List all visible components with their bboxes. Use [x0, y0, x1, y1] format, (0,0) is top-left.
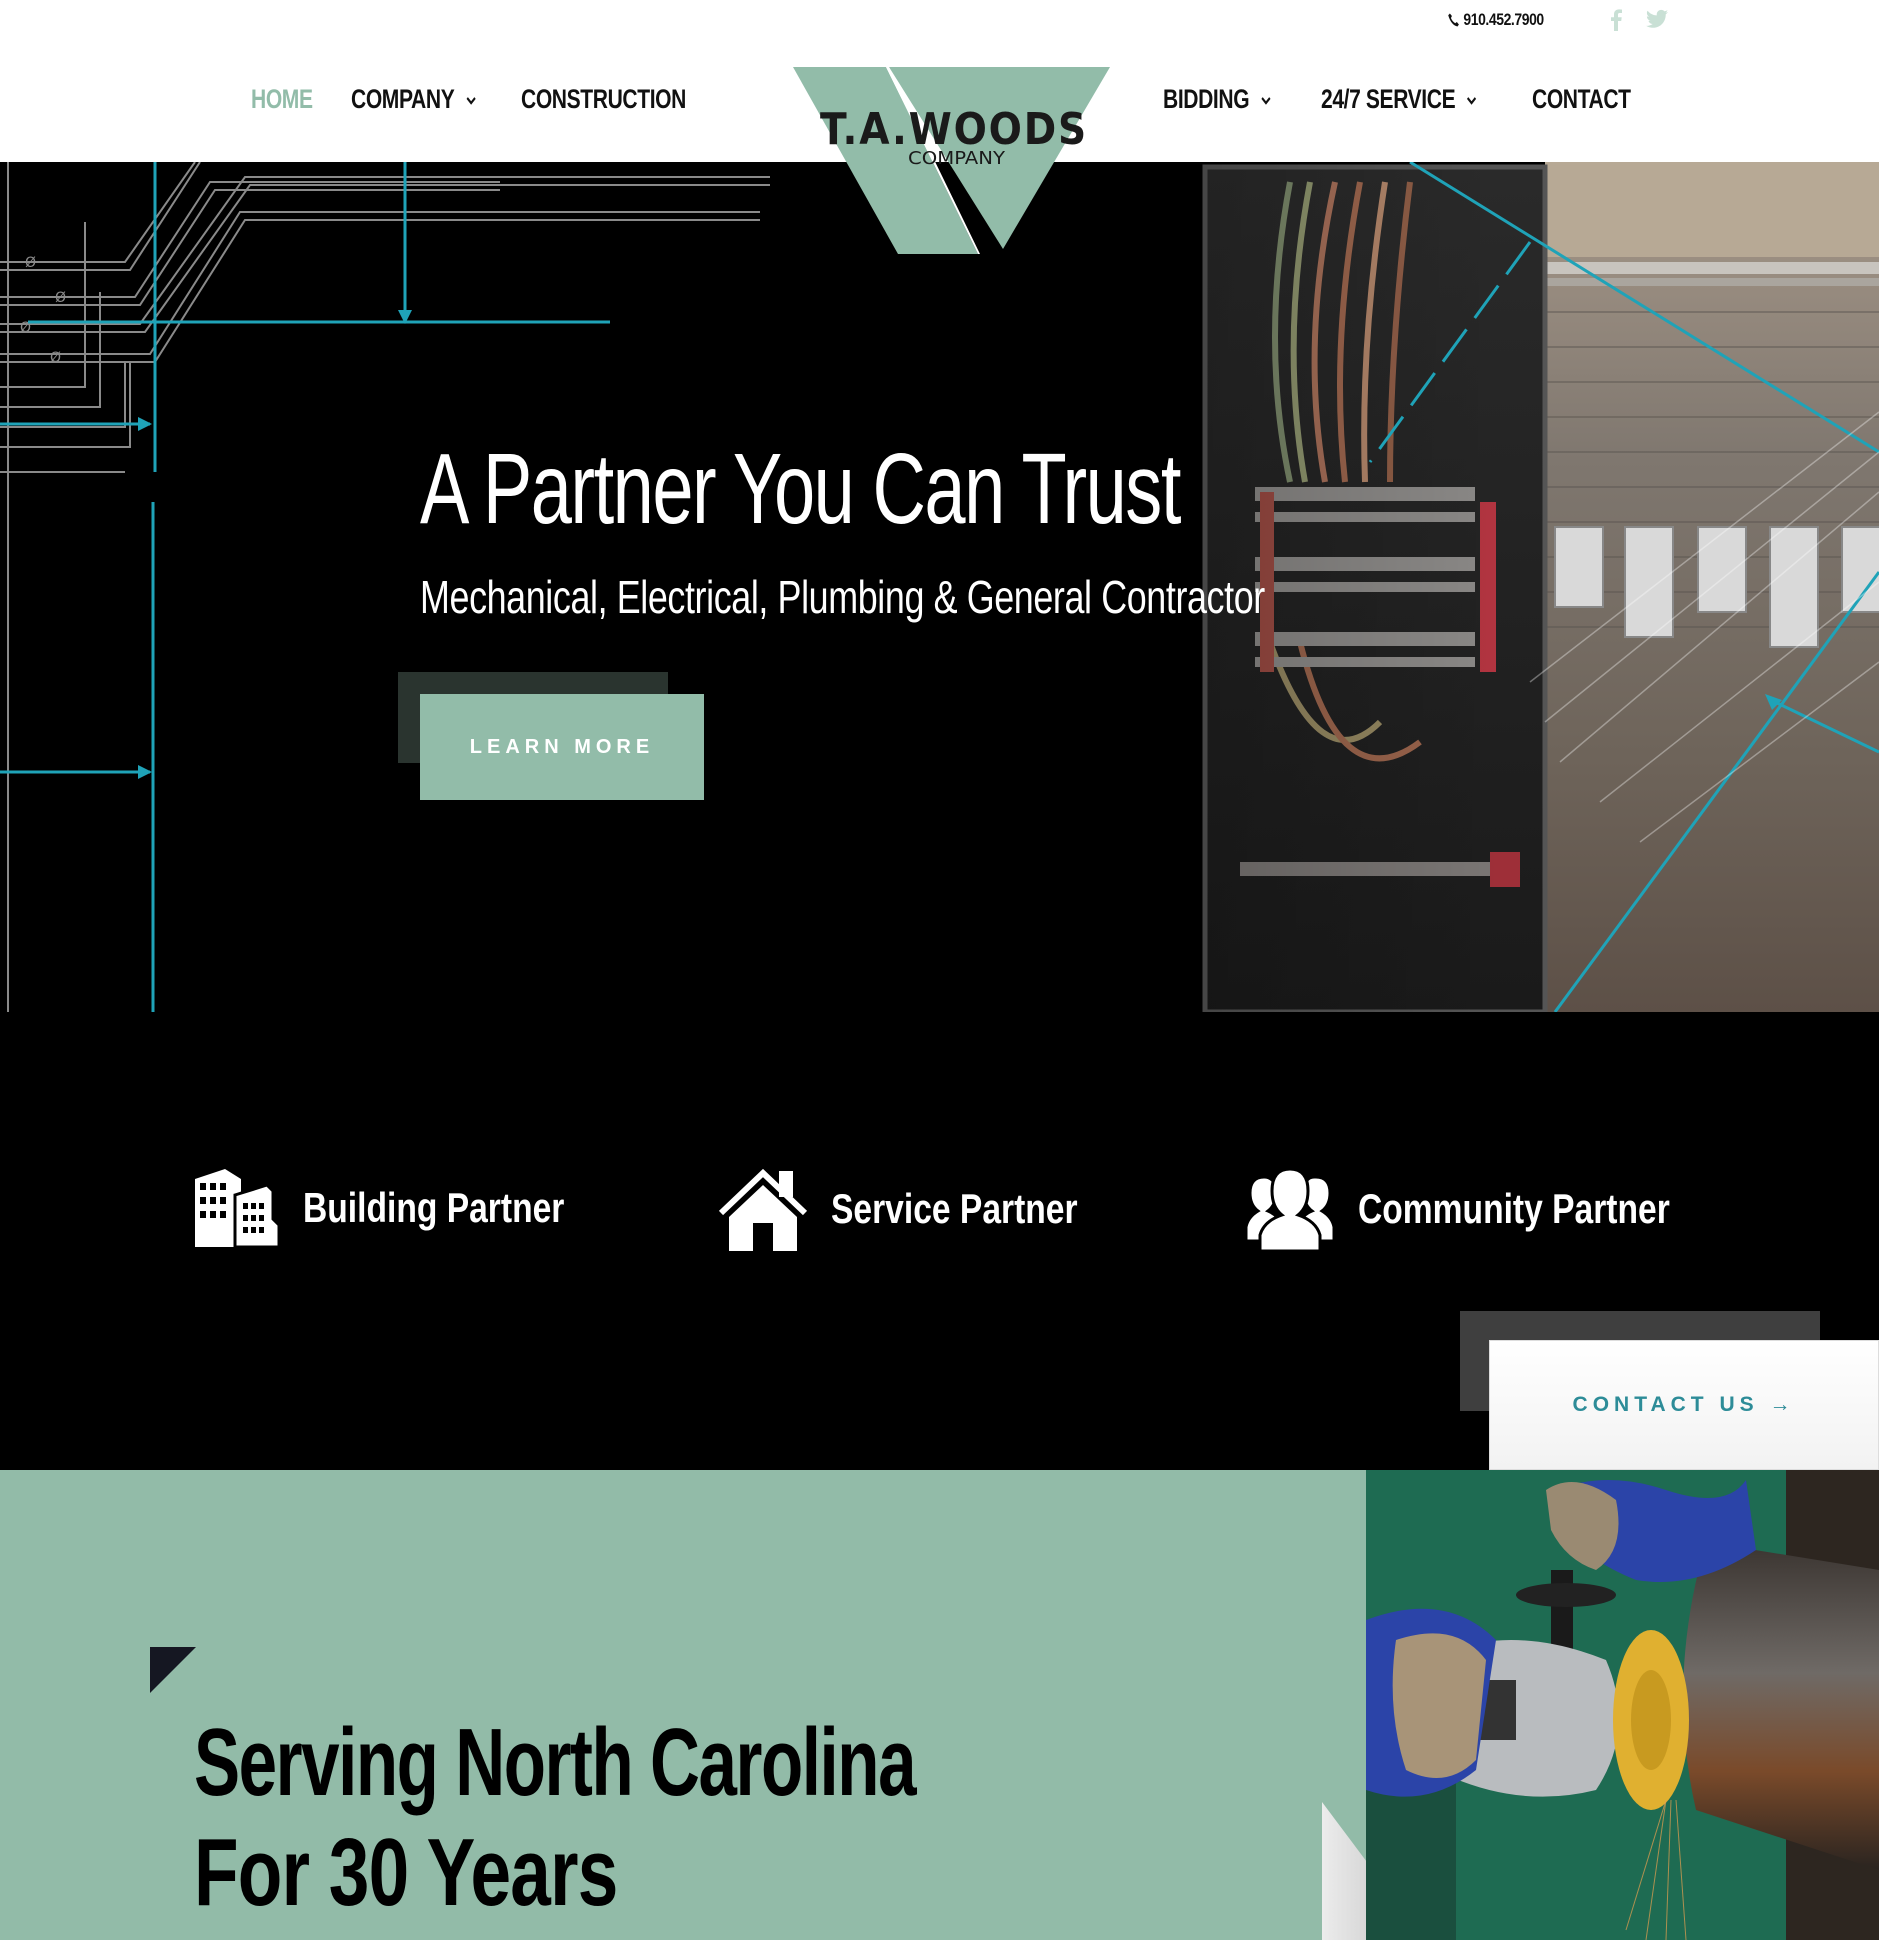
contact-us-button[interactable]: CONTACT US →: [1489, 1340, 1879, 1470]
nav-item-contact[interactable]: CONTACT: [1532, 84, 1631, 115]
nav-left: HOME COMPANY CONSTRUCTION: [251, 84, 741, 124]
nav-slot-service: 24/7 SERVICE: [1321, 84, 1532, 124]
grinder-worker-photo: [1366, 1470, 1879, 1940]
phone-icon: [1448, 13, 1459, 27]
partner-label: Building Partner: [303, 1184, 565, 1231]
twitter-icon[interactable]: [1646, 9, 1668, 34]
nav-item-label: HOME: [251, 84, 313, 114]
phone-number[interactable]: 910.452.7900: [1447, 10, 1544, 30]
people-group-icon: [1244, 1167, 1336, 1251]
nav-item-label: CONTACT: [1532, 84, 1631, 114]
svg-text:Ø: Ø: [25, 255, 36, 271]
about-heading-line1: Serving North Carolina: [194, 1709, 917, 1816]
nav-slot-contact: CONTACT: [1532, 84, 1642, 124]
nav-slot-bidding: BIDDING: [1163, 84, 1321, 124]
nav-slot-home: HOME: [251, 84, 351, 124]
about-section: Serving North Carolina For 30 Years: [0, 1470, 1879, 1940]
nav-slot-construction: CONSTRUCTION: [521, 84, 741, 124]
corner-accent: [150, 1647, 196, 1693]
decorative-notch: [1322, 1802, 1366, 1940]
chevron-down-icon: [1467, 96, 1477, 105]
nav-item-label: COMPANY: [351, 84, 455, 114]
nav-item-label: CONSTRUCTION: [521, 84, 686, 114]
top-bar: 910.452.7900: [0, 0, 1879, 44]
nav-item-home[interactable]: HOME: [251, 84, 329, 115]
partner-building: Building Partner: [193, 1167, 630, 1249]
nav-slot-company: COMPANY: [351, 84, 521, 124]
company-logo[interactable]: T.A.WOODS COMPANY: [790, 64, 1130, 254]
partner-service: Service Partner: [717, 1167, 1139, 1251]
partner-label: Community Partner: [1358, 1185, 1670, 1232]
hero-banner: ØØØØ A Partner You Can Trust Mechanical,…: [0, 162, 1879, 1012]
facebook-icon[interactable]: [1608, 9, 1624, 36]
hero-subtitle: Mechanical, Electrical, Plumbing & Gener…: [420, 571, 1265, 623]
phone-number-text: 910.452.7900: [1463, 10, 1544, 29]
partner-label: Service Partner: [831, 1185, 1078, 1232]
nav-item-24-7-service[interactable]: 24/7 SERVICE: [1321, 84, 1486, 115]
chevron-down-icon: [466, 96, 476, 105]
partners-section: Building Partner Service Partner Communi…: [0, 1012, 1879, 1470]
chevron-down-icon: [1261, 96, 1271, 105]
nav-item-bidding[interactable]: BIDDING: [1163, 84, 1286, 115]
nav-item-construction[interactable]: CONSTRUCTION: [521, 84, 693, 115]
logo-subtitle: COMPANY: [908, 148, 1006, 169]
house-icon: [718, 1168, 808, 1251]
hero-title: A Partner You Can Trust: [420, 433, 1181, 545]
svg-text:Ø: Ø: [55, 290, 66, 306]
learn-more-button[interactable]: LEARN MORE: [420, 694, 704, 800]
partner-community: Community Partner: [1244, 1167, 1748, 1251]
nav-right: BIDDING 24/7 SERVICE CONTACT: [1163, 84, 1642, 124]
about-heading-line2: For 30 Years: [194, 1819, 618, 1926]
svg-text:Ø: Ø: [50, 350, 61, 366]
nav-item-label: BIDDING: [1163, 84, 1250, 114]
nav-item-company[interactable]: COMPANY: [351, 84, 484, 115]
nav-item-label: 24/7 SERVICE: [1321, 84, 1456, 114]
buildings-icon: [195, 1169, 281, 1249]
